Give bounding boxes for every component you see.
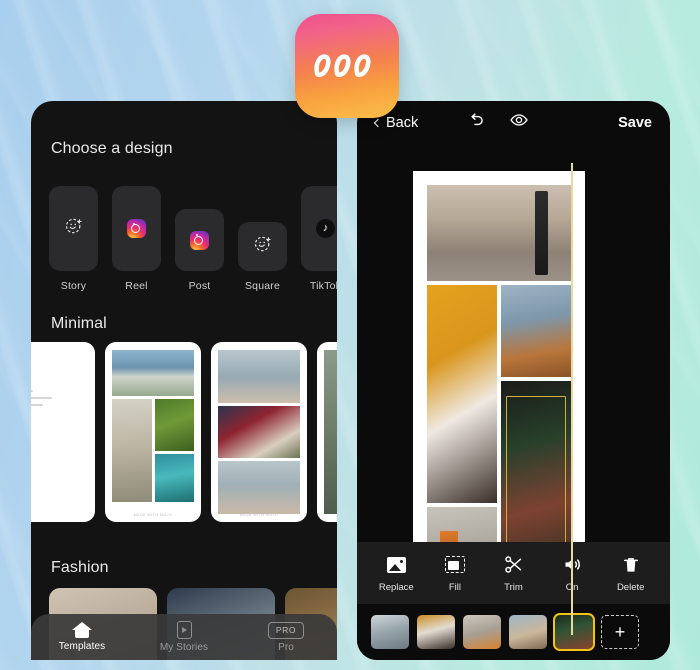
template-photo [218,405,300,459]
screenshot-stage: Choose a design Story Reel Post Square ♪… [0,0,700,670]
fill-icon [444,554,466,576]
editor-toolbar[interactable]: Replace Fill Trim Delete [357,542,670,604]
alignment-guide-line [571,163,573,635]
preview-button[interactable] [509,110,529,135]
tool-label-replace: Replace [378,581,414,593]
story-ring-icon [64,216,84,241]
chevron-left-icon [373,118,383,127]
back-label: Back [386,114,419,131]
template-browser-panel: Choose a design Story Reel Post Square ♪… [31,101,337,660]
design-chip-post[interactable] [175,209,224,271]
tool-replace[interactable]: Replace [369,554,423,593]
tool-trim[interactable]: Trim [486,554,540,593]
template-text-placeholder [31,350,88,406]
design-label-tiktok: TikTok [309,280,337,292]
mojo-logo-glyph [314,54,371,78]
template-photo [112,399,152,502]
tool-label-trim: Trim [504,581,523,593]
template-photo [218,350,300,403]
add-clip-button[interactable]: + [601,615,639,649]
editor-panel: Back Save Replace Fill Trim Delete + [357,101,670,660]
tab-pro[interactable]: PRO Pro [235,621,337,653]
design-label-story: Story [60,280,87,292]
design-chip-square[interactable] [238,222,287,271]
tab-my-stories[interactable]: My Stories [133,621,235,653]
design-option-reel[interactable]: Reel [112,186,161,292]
bottom-tab-bar[interactable]: Templates My Stories PRO Pro [31,614,337,660]
tab-templates[interactable]: Templates [31,622,133,652]
clip-thumbnail-strip[interactable]: + [357,604,670,660]
design-chip-reel[interactable] [112,186,161,271]
design-option-story[interactable]: Story [49,186,98,292]
tab-label-pro: Pro [278,641,294,653]
scissors-icon [502,554,524,576]
template-photo-grid [218,350,300,514]
clip-thumbnail[interactable] [509,615,547,649]
design-label-reel: Reel [125,280,148,292]
mojo-app-icon[interactable] [295,14,399,118]
design-label-square: Square [244,280,281,292]
template-photo [154,454,194,502]
save-button[interactable]: Save [618,115,652,131]
template-caption: MADE WITH MOJO [133,513,173,517]
tab-label-templates: Templates [58,641,106,652]
story-ring-icon [253,234,273,259]
clip-thumbnail[interactable] [417,615,455,649]
instagram-icon [190,230,209,250]
collage-grid[interactable] [427,185,571,593]
design-option-square[interactable]: Square [238,222,287,292]
undo-icon [471,112,483,125]
template-photo [218,461,300,514]
design-format-row[interactable]: Story Reel Post Square ♪ TikTo [49,186,337,292]
clip-thumbnail[interactable] [463,615,501,649]
minimal-template-carousel[interactable]: MADE WITH MOJO MADE WITH MOJO [31,342,337,522]
design-option-tiktok[interactable]: ♪ TikTok [301,186,337,292]
trash-icon [620,554,642,576]
instagram-icon [127,219,146,238]
template-caption: MADE WITH MOJO [239,513,279,517]
tool-label-delete: Delete [616,581,645,593]
template-card[interactable] [317,342,337,522]
collage-cell[interactable] [501,285,571,377]
collage-cell[interactable] [427,285,497,503]
template-photo-grid [112,350,194,514]
minimal-section-title: Minimal [51,315,107,332]
clip-thumbnail[interactable] [371,615,409,649]
back-button[interactable]: Back [373,114,419,131]
choose-a-design-title: Choose a design [51,140,173,157]
template-photo-grid [324,350,337,514]
design-option-post[interactable]: Post [175,209,224,292]
play-box-icon [176,621,192,639]
tool-label-fill: Fill [448,581,461,593]
home-icon [72,622,92,638]
design-chip-story[interactable] [49,186,98,271]
clip-thumbnail-selected[interactable] [553,613,595,651]
fashion-section-title: Fashion [51,559,109,576]
editor-header: Back Save [357,101,670,144]
pro-badge-icon: PRO [267,621,305,639]
template-card[interactable]: MADE WITH MOJO [105,342,201,522]
tool-delete[interactable]: Delete [604,554,658,593]
tool-fill[interactable]: Fill [428,554,482,593]
undo-button[interactable] [467,111,486,135]
eye-icon [510,114,528,126]
tab-label-my-stories: My Stories [159,642,209,653]
template-photo [324,350,337,514]
collage-cell[interactable] [427,185,571,281]
template-photo [154,399,194,451]
template-card[interactable]: MADE WITH MOJO [211,342,307,522]
tiktok-icon: ♪ [316,219,335,238]
template-card[interactable] [31,342,95,522]
design-label-post: Post [188,280,211,292]
design-chip-tiktok[interactable]: ♪ [301,186,337,271]
image-icon [385,554,407,576]
template-photo [112,350,194,396]
